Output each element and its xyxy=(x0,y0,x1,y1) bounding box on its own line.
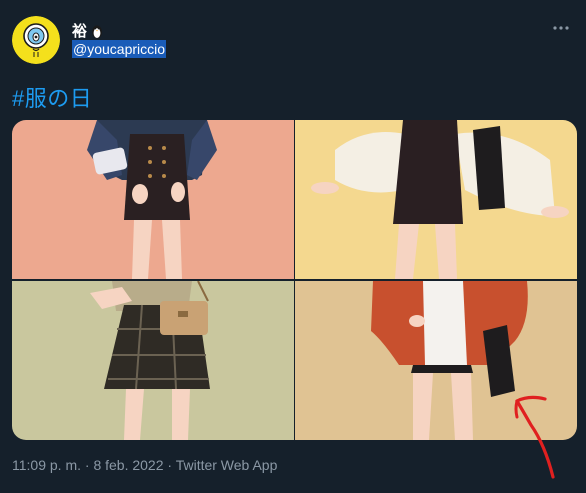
more-options-button[interactable] xyxy=(550,20,572,36)
author-name-row[interactable]: 裕 xyxy=(72,20,103,41)
hashtag-link[interactable]: #服の日 xyxy=(12,81,92,113)
tweet-timestamp[interactable]: 11:09 p. m. · 8 feb. 2022 · Twitter Web … xyxy=(12,457,277,473)
tweet-card[interactable]: 裕 @youcapriccio #服の日 11:09 p. m. · 8 feb… xyxy=(0,0,586,493)
more-horizontal-icon xyxy=(553,26,569,30)
illustration-photo-3 xyxy=(12,281,294,440)
photo-1[interactable] xyxy=(12,120,294,279)
media-grid xyxy=(12,120,577,440)
author-display-name[interactable]: 裕 xyxy=(72,20,87,41)
photo-4[interactable] xyxy=(295,281,577,440)
cartoon-bird-avatar-icon xyxy=(12,16,60,64)
author-handle[interactable]: @youcapriccio xyxy=(72,40,167,58)
photo-3[interactable] xyxy=(12,281,294,440)
illustration-photo-1 xyxy=(12,120,294,279)
illustration-photo-4 xyxy=(295,281,577,440)
illustration-photo-2 xyxy=(295,120,577,279)
penguin-icon xyxy=(92,25,103,38)
avatar[interactable] xyxy=(12,16,60,64)
author-handle-row[interactable]: @youcapriccio xyxy=(72,40,167,59)
photo-2[interactable] xyxy=(295,120,577,279)
